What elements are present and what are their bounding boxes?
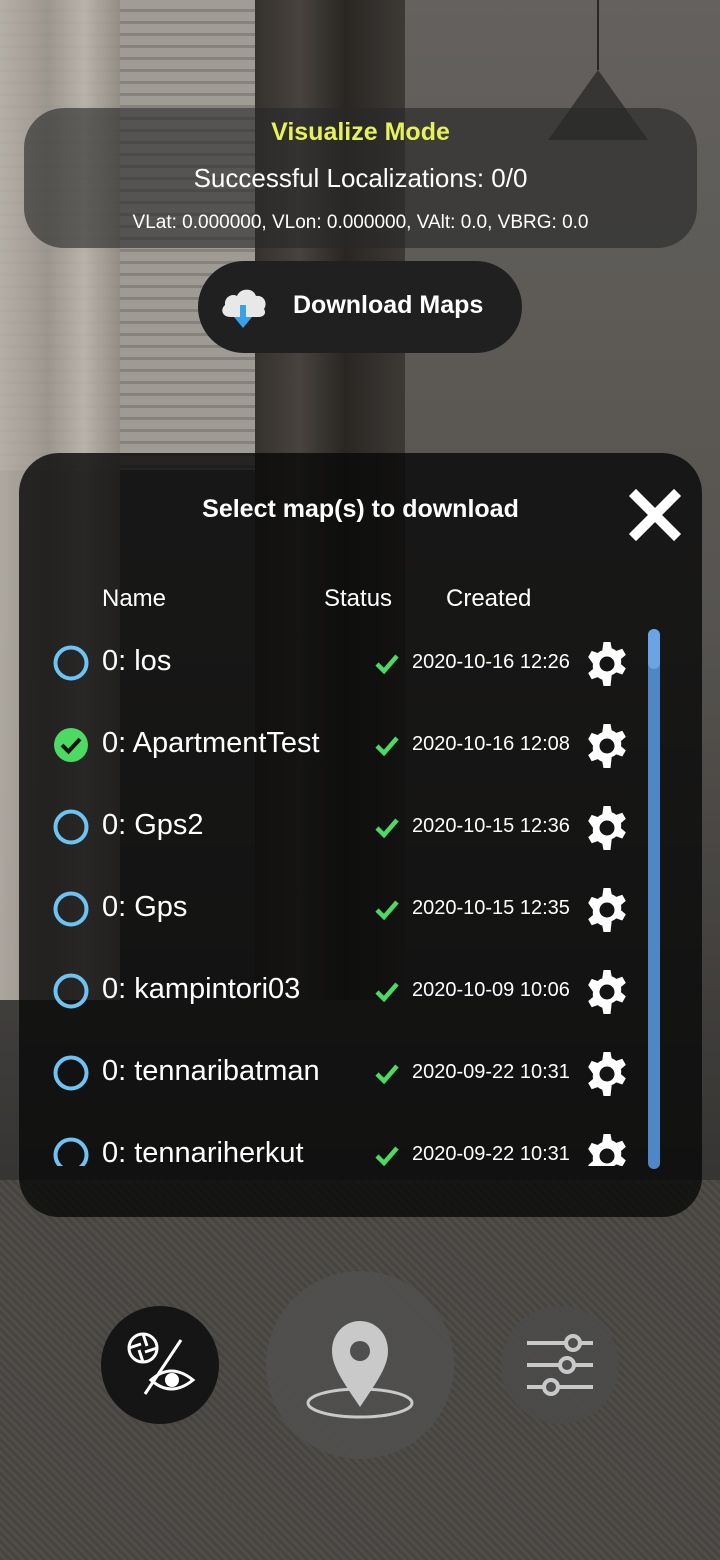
camera-visibility-toggle-button[interactable]: [101, 1306, 219, 1424]
gear-icon[interactable]: [583, 968, 631, 1016]
scrollbar[interactable]: [648, 629, 660, 1169]
scrollbar-thumb[interactable]: [648, 629, 660, 1169]
map-name: 0: kampintori03: [102, 973, 301, 1005]
map-name: 0: tennariherkut: [102, 1137, 304, 1166]
gear-icon[interactable]: [583, 886, 631, 934]
map-name: 0: los: [102, 645, 172, 677]
map-row[interactable]: 0: ApartmentTest 2020-10-16 12:08: [19, 705, 702, 787]
info-panel: Visualize Mode Successful Localizations:…: [24, 108, 697, 248]
map-row[interactable]: 0: los 2020-10-16 12:26: [19, 623, 702, 705]
map-name: 0: ApartmentTest: [102, 727, 320, 759]
radio-unselected-icon[interactable]: [53, 1137, 89, 1166]
localize-button[interactable]: [266, 1271, 454, 1459]
close-icon[interactable]: [628, 488, 682, 542]
status-ok-icon: [375, 1146, 399, 1166]
radio-unselected-icon[interactable]: [53, 891, 89, 927]
column-header-name: Name: [102, 585, 167, 612]
map-row[interactable]: 0: kampintori03 2020-10-09 10:06: [19, 951, 702, 1033]
gear-icon[interactable]: [583, 1132, 631, 1166]
map-created-date: 2020-10-09 10:06: [412, 979, 570, 1001]
cloud-download-icon: [222, 289, 266, 328]
gear-icon[interactable]: [583, 640, 631, 688]
column-header-status: Status: [324, 585, 393, 612]
status-ok-icon: [375, 1064, 399, 1085]
radio-unselected-icon[interactable]: [53, 645, 89, 681]
map-created-date: 2020-09-22 10:31: [412, 1061, 570, 1083]
status-ok-icon: [375, 736, 399, 757]
localizations-label: Successful Localizations: 0/0: [193, 163, 528, 193]
status-ok-icon: [375, 982, 399, 1003]
map-created-date: 2020-10-16 12:08: [412, 733, 570, 755]
map-name: 0: Gps2: [102, 809, 204, 841]
gear-icon[interactable]: [583, 804, 631, 852]
gear-icon[interactable]: [583, 1050, 631, 1098]
map-list[interactable]: 0: los 2020-10-16 12:26 0: ApartmentTest 20…: [19, 623, 702, 1166]
map-row[interactable]: 0: Gps2 2020-10-15 12:36: [19, 787, 702, 869]
coordinates-label: VLat: 0.000000, VLon: 0.000000, VAlt: 0.…: [132, 212, 589, 233]
map-pin-icon: [306, 1321, 414, 1419]
map-row[interactable]: 0: tennaribatman 2020-09-22 10:31: [19, 1033, 702, 1115]
scrollbar-highlight: [648, 629, 660, 669]
map-created-date: 2020-10-16 12:26: [412, 651, 570, 673]
map-row[interactable]: 0: Gps 2020-10-15 12:35: [19, 869, 702, 951]
map-created-date: 2020-09-22 10:31: [412, 1143, 570, 1165]
map-created-date: 2020-10-15 12:35: [412, 897, 570, 919]
radio-unselected-icon[interactable]: [53, 1055, 89, 1091]
settings-sliders-button[interactable]: [501, 1306, 619, 1424]
radio-unselected-icon[interactable]: [53, 809, 89, 845]
selected-check-icon[interactable]: [53, 727, 89, 763]
map-name: 0: tennaribatman: [102, 1055, 320, 1087]
mode-label: Visualize Mode: [271, 118, 450, 146]
map-select-panel: Select map(s) to download Name Status Cr…: [19, 453, 702, 1217]
status-ok-icon: [375, 818, 399, 839]
map-name: 0: Gps: [102, 891, 188, 923]
status-ok-icon: [375, 654, 399, 675]
gear-icon[interactable]: [583, 722, 631, 770]
camera-eye-toggle-icon: [127, 1332, 196, 1395]
status-ok-icon: [375, 900, 399, 921]
sliders-icon: [527, 1334, 593, 1396]
download-maps-label: Download Maps: [293, 291, 484, 319]
column-header-created: Created: [446, 585, 532, 612]
panel-title: Select map(s) to download: [202, 495, 519, 523]
download-maps-button[interactable]: Download Maps: [198, 261, 522, 353]
map-row[interactable]: 0: tennariherkut 2020-09-22 10:31: [19, 1115, 702, 1166]
radio-unselected-icon[interactable]: [53, 973, 89, 1009]
map-created-date: 2020-10-15 12:36: [412, 815, 570, 837]
